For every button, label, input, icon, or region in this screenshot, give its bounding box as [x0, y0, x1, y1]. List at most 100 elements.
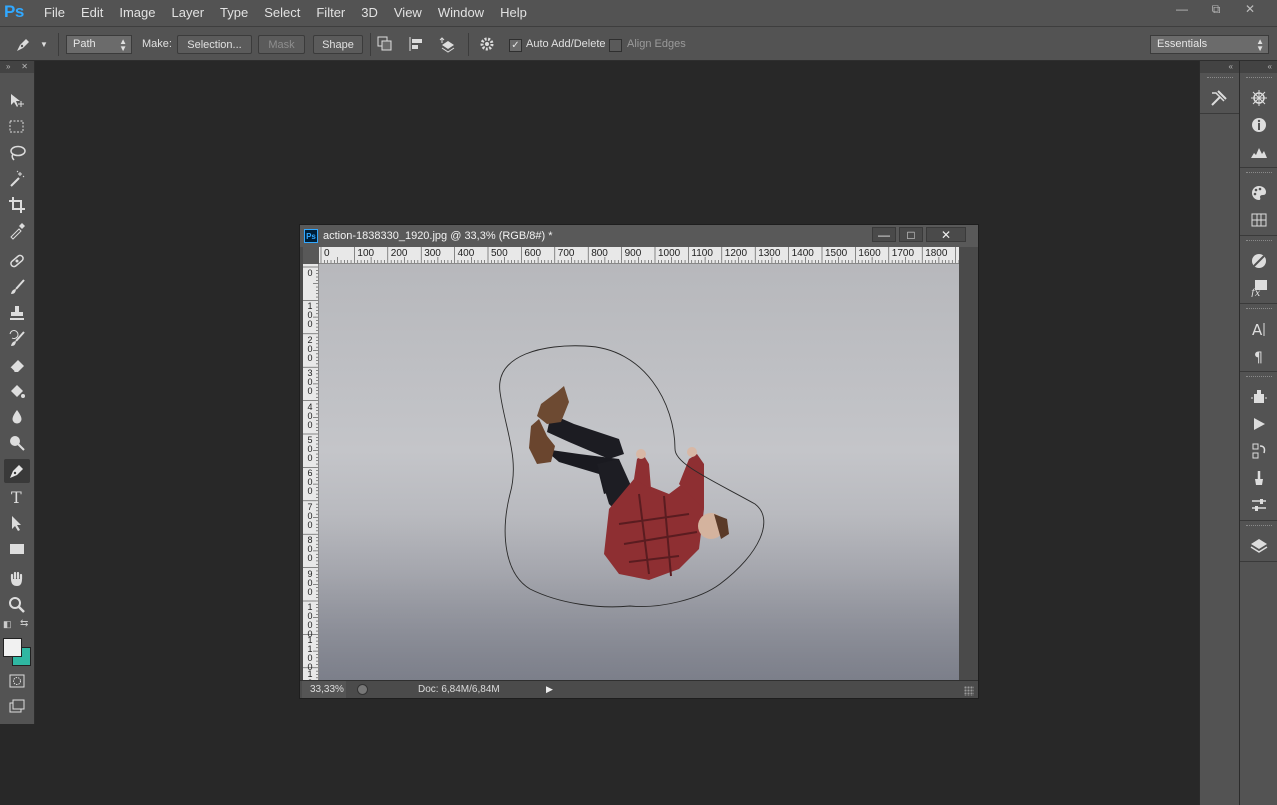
- tool-presets-icon: [1211, 89, 1227, 106]
- path-alignment-icon[interactable]: [408, 35, 428, 54]
- navigator-panel-button[interactable]: [1240, 84, 1277, 111]
- crop-icon: [9, 197, 25, 213]
- ruler-origin[interactable]: [303, 247, 319, 264]
- tools-panel-header[interactable]: » ✕: [0, 61, 34, 73]
- menu-file[interactable]: File: [36, 0, 73, 26]
- ruler-top-label: 1700: [891, 248, 915, 259]
- app-minimize-button[interactable]: —: [1165, 0, 1199, 18]
- menu-view[interactable]: View: [386, 0, 430, 26]
- tool-presets-panel-button[interactable]: [1200, 84, 1238, 111]
- pen-tool[interactable]: [4, 459, 30, 483]
- brush-presets-panel-button[interactable]: [1240, 464, 1277, 491]
- screen-mode-button[interactable]: [4, 695, 30, 719]
- auto-add-delete-checkbox[interactable]: ✓: [509, 39, 522, 52]
- document-titlebar[interactable]: Ps action-1838330_1920.jpg @ 33,3% (RGB/…: [300, 225, 978, 247]
- hand-tool[interactable]: [4, 567, 30, 591]
- stamp-icon: [10, 306, 24, 320]
- spot-healing-tool[interactable]: [4, 249, 30, 273]
- vertical-ruler[interactable]: 0 100 200 300 400 500 600 700 800 900 1000110012: [303, 264, 319, 680]
- shape-button[interactable]: Shape: [313, 35, 363, 54]
- menu-type[interactable]: Type: [212, 0, 256, 26]
- foreground-color-swatch[interactable]: [3, 638, 22, 657]
- menu-help[interactable]: Help: [492, 0, 535, 26]
- svg-text:T: T: [11, 488, 22, 506]
- navigator-icon: [1251, 89, 1267, 106]
- play-icon: [1254, 417, 1265, 430]
- properties-panel-button[interactable]: [1240, 491, 1277, 518]
- dock-a-grip[interactable]: [1206, 77, 1233, 80]
- ruler-left-label: 0: [307, 268, 313, 278]
- info-icon: [1252, 117, 1266, 132]
- rectangular-marquee-tool[interactable]: [4, 115, 30, 139]
- lasso-tool[interactable]: [4, 141, 30, 165]
- styles-panel-button[interactable]: fx: [1240, 274, 1277, 301]
- crop-tool[interactable]: [4, 193, 30, 217]
- layers-panel-button[interactable]: [1240, 532, 1277, 559]
- doc-close-button[interactable]: ✕: [926, 227, 966, 242]
- document-canvas[interactable]: [319, 264, 959, 680]
- path-operations-icon[interactable]: [376, 35, 396, 54]
- character-panel-button[interactable]: A: [1240, 315, 1277, 342]
- menu-select[interactable]: Select: [256, 0, 308, 26]
- menu-window[interactable]: Window: [430, 0, 492, 26]
- ruler-top-label: 1500: [825, 248, 848, 259]
- ruler-top-label: 1800: [925, 248, 948, 259]
- actions-panel-button[interactable]: [1240, 410, 1277, 437]
- history-brush-tool[interactable]: [4, 327, 30, 351]
- magic-wand-tool[interactable]: [4, 167, 30, 191]
- menu-filter[interactable]: Filter: [308, 0, 353, 26]
- doc-minimize-button[interactable]: —: [872, 227, 896, 242]
- history-panel-button[interactable]: [1240, 437, 1277, 464]
- clone-stamp-tool[interactable]: [4, 301, 30, 325]
- brush-tool[interactable]: [4, 275, 30, 299]
- info-panel-button[interactable]: [1240, 111, 1277, 138]
- menu-image[interactable]: Image: [111, 0, 163, 26]
- swap-colors-icon[interactable]: ⇆: [20, 618, 28, 629]
- rectangle-tool[interactable]: [4, 537, 30, 561]
- gear-icon[interactable]: [478, 35, 500, 54]
- blur-tool[interactable]: [4, 405, 30, 429]
- default-colors-icon[interactable]: ◧: [3, 619, 12, 630]
- tool-mode-select[interactable]: Path ▲ ▼: [66, 35, 132, 54]
- close-icon[interactable]: ✕: [21, 61, 28, 73]
- ruler-top-label: 1400: [791, 248, 814, 259]
- dodge-tool[interactable]: [4, 431, 30, 455]
- align-edges-checkbox[interactable]: [609, 39, 622, 52]
- menu-edit[interactable]: Edit: [73, 0, 111, 26]
- status-info-icon[interactable]: [357, 684, 368, 695]
- path-arrangement-icon[interactable]: [438, 35, 460, 54]
- menu-layer[interactable]: Layer: [164, 0, 213, 26]
- tool-preset-picker[interactable]: ▼: [14, 33, 54, 55]
- resize-grip[interactable]: [964, 686, 974, 696]
- selection-button[interactable]: Selection...: [177, 35, 252, 54]
- dock-a-header[interactable]: «: [1200, 61, 1239, 73]
- swatches-panel-button[interactable]: [1240, 206, 1277, 233]
- doc-maximize-button[interactable]: □: [899, 227, 923, 242]
- menu-3d[interactable]: 3D: [353, 0, 386, 26]
- horizontal-ruler[interactable]: 0 100 200 300 400 500 600 700 800 900 1000 1100 1200…: [319, 247, 959, 264]
- dock-b-header[interactable]: «: [1240, 61, 1277, 73]
- eyedropper-tool[interactable]: [4, 219, 30, 243]
- clone-source-icon: [1251, 389, 1267, 403]
- color-panel-button[interactable]: [1240, 179, 1277, 206]
- eraser-tool[interactable]: [4, 353, 30, 377]
- move-tool[interactable]: [4, 89, 30, 113]
- adjustments-panel-button[interactable]: [1240, 247, 1277, 274]
- mask-button[interactable]: Mask: [258, 35, 305, 54]
- status-menu-arrow[interactable]: ▶: [546, 684, 553, 695]
- paint-bucket-tool[interactable]: [4, 379, 30, 403]
- clone-source-panel-button[interactable]: [1240, 383, 1277, 410]
- paragraph-panel-button[interactable]: ¶: [1240, 342, 1277, 369]
- quick-mask-button[interactable]: [4, 669, 30, 693]
- app-close-button[interactable]: ✕: [1233, 0, 1267, 18]
- app-restore-button[interactable]: ⧉: [1199, 0, 1233, 18]
- zoom-level-field[interactable]: 33,33%: [302, 681, 346, 698]
- menu-bar: Ps File Edit Image Layer Type Select Fil…: [0, 0, 1277, 26]
- type-tool[interactable]: T: [4, 485, 30, 509]
- workspace-select[interactable]: Essentials ▲ ▼: [1150, 35, 1269, 54]
- expand-icon[interactable]: »: [6, 61, 10, 73]
- histogram-panel-button[interactable]: [1240, 138, 1277, 165]
- zoom-tool[interactable]: [4, 593, 30, 617]
- path-selection-tool[interactable]: [4, 511, 30, 535]
- bandage-icon: [10, 254, 24, 268]
